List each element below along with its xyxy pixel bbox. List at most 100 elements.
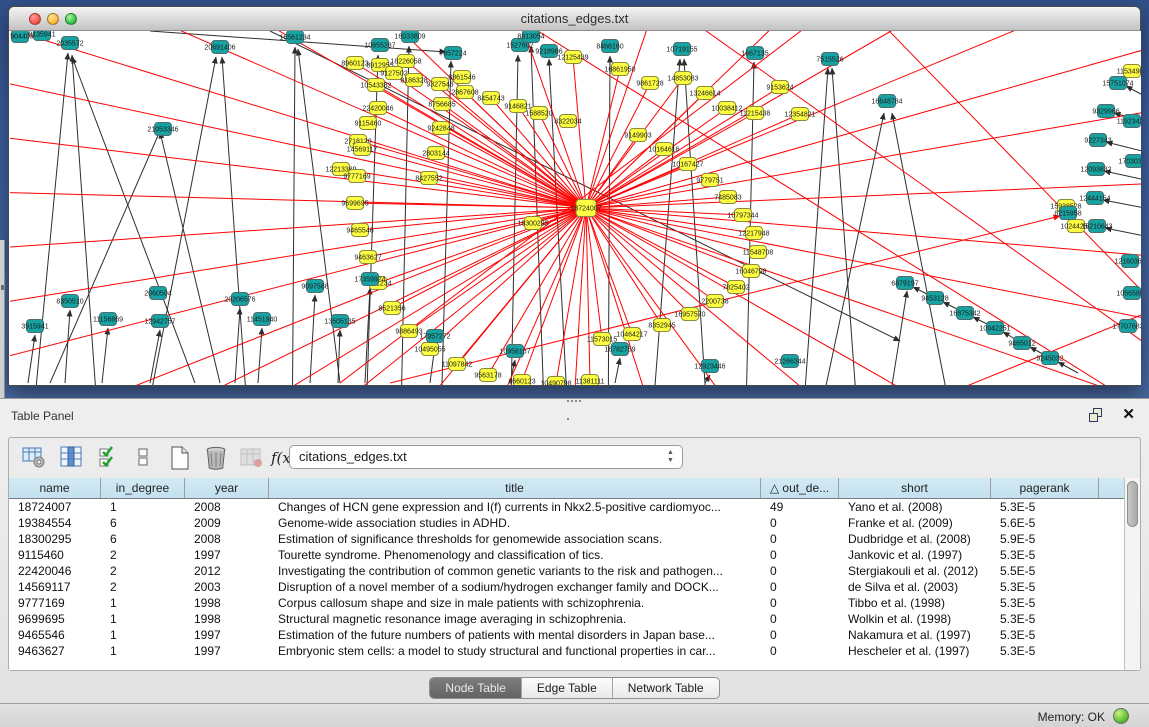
table-row[interactable]: 1456911722003Disruption of a novel membe… [9,579,1125,595]
table-cell[interactable]: 2 [101,547,185,563]
close-panel-icon[interactable]: ✕ [1122,405,1135,423]
column-header-in-degree[interactable]: in_degree [101,478,185,498]
network-node[interactable]: 9465546 [346,224,373,237]
column-visibility-checklist-icon[interactable] [97,445,123,471]
network-node[interactable]: 2035572 [56,37,83,50]
table-cell[interactable]: Wolkin et al. (1998) [839,611,991,627]
network-window[interactable]: citations_edges.txt 89601238912955182260… [8,6,1141,386]
network-node[interactable]: 11451940 [247,313,278,326]
tab-edge-table[interactable]: Edge Table [522,678,613,698]
float-panel-icon[interactable] [1089,407,1105,423]
table-cell[interactable]: 1 [101,595,185,611]
table-cell[interactable]: 5.3E-5 [991,547,1099,563]
table-cell[interactable]: 6 [101,531,185,547]
table-cell[interactable]: 2 [101,563,185,579]
table-row[interactable]: 1872400712008Changes of HCN gene express… [9,499,1125,515]
network-node[interactable]: 11548708 [743,246,774,259]
network-node[interactable]: 8350510 [56,295,83,308]
network-node[interactable]: 8427552 [415,172,442,185]
network-node[interactable]: 8466160 [596,40,623,53]
column-header-title[interactable]: title [269,478,761,498]
table-cell[interactable]: 5.3E-5 [991,643,1099,659]
table-cell[interactable]: 0 [761,547,839,563]
table-cell[interactable]: Dudbridge et al. (2008) [839,531,991,547]
table-cell[interactable]: 9699695 [9,611,101,627]
table-cell[interactable]: Changes of HCN gene expression and I(f) … [269,499,761,515]
table-cell[interactable]: Estimation of the future numbers of pati… [269,627,761,643]
table-cell[interactable]: 2003 [185,579,269,595]
network-node[interactable]: 17957272 [419,330,450,343]
column-settings-table-icon[interactable] [21,445,47,471]
window-titlebar[interactable]: citations_edges.txt [9,7,1140,31]
network-node[interactable]: 12217948 [738,227,769,240]
table-select-dropdown[interactable]: citations_edges.txt ▲▼ [289,445,683,469]
network-node[interactable]: 17707683 [1112,320,1141,333]
table-cell[interactable]: 9463627 [9,643,101,659]
table-row[interactable]: 1938455462009Genome-wide association stu… [9,515,1125,531]
table-cell[interactable]: 1998 [185,595,269,611]
table-cell[interactable]: 1997 [185,547,269,563]
network-node[interactable]: 11381111 [575,375,604,386]
network-node[interactable]: 10490798 [540,377,571,386]
table-cell[interactable]: 5.3E-5 [991,579,1099,595]
network-node[interactable]: 14853083 [667,72,698,85]
table-cell[interactable]: 1997 [185,627,269,643]
network-node[interactable]: 9563178 [474,369,501,382]
table-cell[interactable]: Jankovic et al. (1997) [839,547,991,563]
network-node[interactable]: 10495055 [414,343,445,356]
table-cell[interactable]: 2012 [185,563,269,579]
tab-network-table[interactable]: Network Table [613,678,719,698]
network-node[interactable]: 7857224 [439,47,466,60]
table-scrollbar[interactable] [1124,478,1140,670]
table-cell[interactable]: 0 [761,627,839,643]
network-node[interactable]: 8756685 [428,98,455,111]
table-cell[interactable]: Embryonic stem cells: a model to study s… [269,643,761,659]
table-cell[interactable]: Nakamura et al. (1997) [839,627,991,643]
network-node[interactable]: 9699695 [341,197,368,210]
tab-node-table[interactable]: Node Table [430,678,522,698]
network-node[interactable]: 8352945 [648,319,675,332]
table-cell[interactable]: Investigating the contribution of common… [269,563,761,579]
network-node[interactable]: 10797344 [727,209,758,222]
table-cell[interactable]: 2008 [185,499,269,515]
table-cell[interactable]: 19384554 [9,515,101,531]
table-cell[interactable]: Franke et al. (2009) [839,515,991,531]
table-cell[interactable]: 9465546 [9,627,101,643]
network-node[interactable]: 20691406 [204,41,235,54]
network-canvas[interactable]: 8960123891295518226058912750210543382818… [10,31,1141,385]
network-node[interactable]: 3915941 [21,320,48,333]
table-cell[interactable]: 5.3E-5 [991,611,1099,627]
network-node[interactable]: 20206576 [224,293,255,306]
table-cell[interactable]: 6 [101,515,185,531]
table-cell[interactable]: Yano et al. (2008) [839,499,991,515]
table-cell[interactable]: 5.3E-5 [991,627,1099,643]
network-node[interactable]: 16648784 [871,95,902,108]
rows-icon[interactable] [131,445,157,471]
column-header-pagerank[interactable]: pagerank [991,478,1099,498]
column-header-name[interactable]: name [9,478,101,498]
table-cell[interactable]: Estimation of significance thresholds fo… [269,531,761,547]
network-node[interactable]: 16033809 [394,31,425,43]
memory-ok-led-icon[interactable] [1113,708,1129,724]
table-cell[interactable]: 14569117 [9,579,101,595]
table-row[interactable]: 977716911998Corpus callosum shape and si… [9,595,1125,611]
column-header-year[interactable]: year [185,478,269,498]
table-cell[interactable]: Stergiakouli et al. (2012) [839,563,991,579]
table-cell[interactable]: 5.6E-5 [991,515,1099,531]
new-document-icon[interactable] [167,445,193,471]
network-node[interactable]: 10038412 [711,102,742,115]
table-cell[interactable]: 18724007 [9,499,101,515]
network-node[interactable]: 21266344 [774,355,805,368]
network-node[interactable]: 10464217 [616,328,647,341]
network-node[interactable]: 11156869 [93,313,123,326]
table-cell[interactable]: Tibbo et al. (1998) [839,595,991,611]
network-node[interactable]: 8660123 [508,375,535,386]
column-header-out-de-[interactable]: △ out_de... [761,478,839,498]
table-cell[interactable]: Disruption of a novel member of a sodium… [269,579,761,595]
table-cell[interactable]: 1998 [185,611,269,627]
table-cell[interactable]: Corpus callosum shape and size in male p… [269,595,761,611]
network-node[interactable]: 9115460 [355,117,382,130]
table-cell[interactable]: Structural magnetic resonance image aver… [269,611,761,627]
network-node[interactable]: 1667135 [741,47,768,60]
table-cell[interactable]: 5.9E-5 [991,531,1099,547]
